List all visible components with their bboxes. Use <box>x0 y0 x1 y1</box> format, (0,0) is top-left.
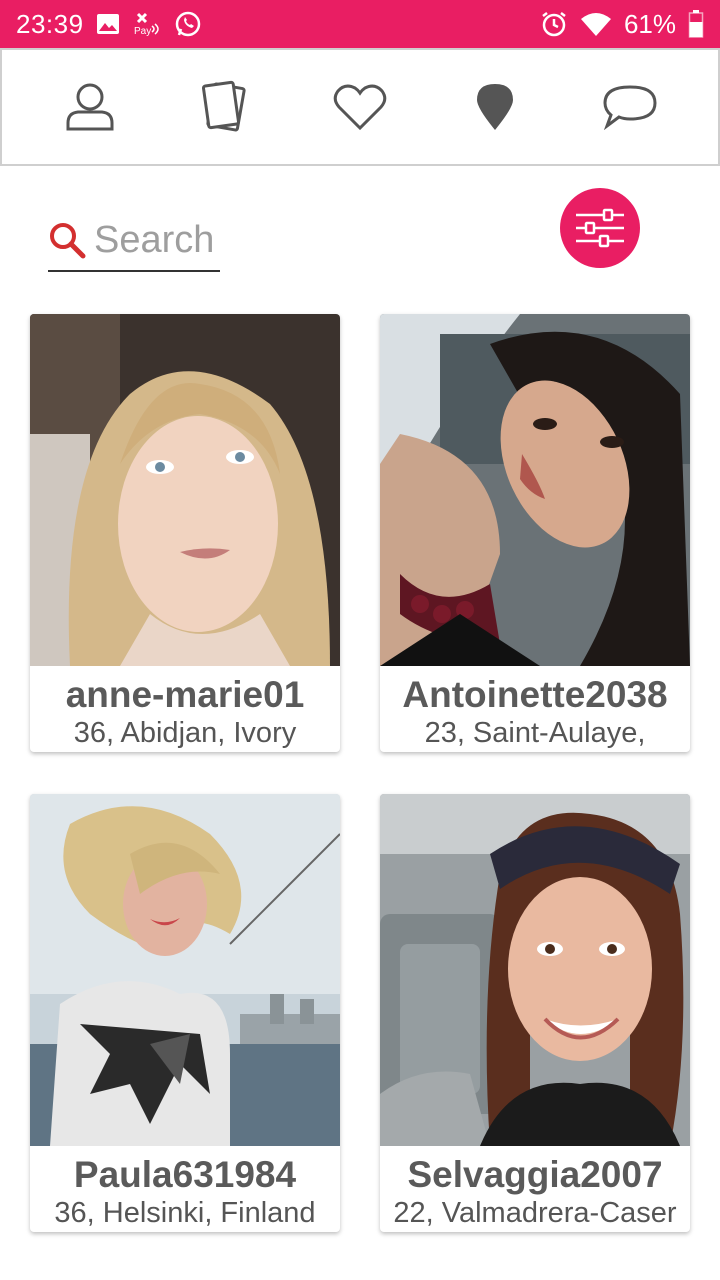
alarm-icon <box>540 10 568 38</box>
profile-card[interactable]: Antoinette2038 23, Saint-Aulaye, <box>380 314 690 752</box>
profile-photo <box>380 314 690 666</box>
profile-card[interactable]: Paula631984 36, Helsinki, Finland <box>30 794 340 1232</box>
sliders-icon <box>576 208 624 248</box>
heart-icon <box>333 84 387 131</box>
card-info: Paula631984 36, Helsinki, Finland <box>30 1146 340 1232</box>
status-time: 23:39 <box>16 8 84 39</box>
profile-photo <box>380 794 690 1146</box>
status-bar: 23:39 Pay 61% <box>0 0 720 48</box>
profile-location: 36, Abidjan, Ivory <box>73 717 297 749</box>
nav-favorites[interactable] <box>315 62 405 152</box>
battery-percent: 61% <box>623 8 676 39</box>
nav-cards[interactable] <box>180 62 270 152</box>
wifi-icon <box>580 11 612 37</box>
profile-location: 23, Saint-Aulaye, <box>424 717 646 749</box>
top-nav-bar <box>0 48 720 166</box>
filter-button[interactable] <box>560 188 640 268</box>
profile-username: Selvaggia2007 <box>407 1154 663 1195</box>
search-input[interactable] <box>94 218 220 262</box>
nav-nearby[interactable] <box>450 62 540 152</box>
card-info: anne-marie01 36, Abidjan, Ivory <box>30 666 340 752</box>
battery-icon <box>688 10 704 38</box>
whatsapp-icon <box>174 10 202 38</box>
chat-icon <box>603 85 657 130</box>
profile-card[interactable]: anne-marie01 36, Abidjan, Ivory <box>30 314 340 752</box>
cards-icon <box>201 80 246 132</box>
image-icon <box>96 13 120 35</box>
profile-card[interactable]: Selvaggia2007 22, Valmadrera-Caser <box>380 794 690 1232</box>
search-icon <box>50 223 86 259</box>
profile-location: 22, Valmadrera-Caser <box>393 1197 677 1229</box>
svg-text:Pay: Pay <box>134 26 151 36</box>
card-info: Selvaggia2007 22, Valmadrera-Caser <box>380 1146 690 1232</box>
profile-username: Antoinette2038 <box>402 674 668 715</box>
card-info: Antoinette2038 23, Saint-Aulaye, <box>380 666 690 752</box>
profile-photo <box>30 314 340 666</box>
location-pin-icon <box>477 84 514 130</box>
profile-location: 36, Helsinki, Finland <box>54 1197 316 1229</box>
pay-icon: Pay <box>132 12 162 36</box>
profile-photo <box>30 794 340 1146</box>
profile-username: anne-marie01 <box>65 674 305 715</box>
nav-profile[interactable] <box>45 62 135 152</box>
profile-username: Paula631984 <box>73 1154 297 1195</box>
search-bar <box>48 210 220 272</box>
profile-icon <box>66 83 114 131</box>
nav-messages[interactable] <box>585 62 675 152</box>
